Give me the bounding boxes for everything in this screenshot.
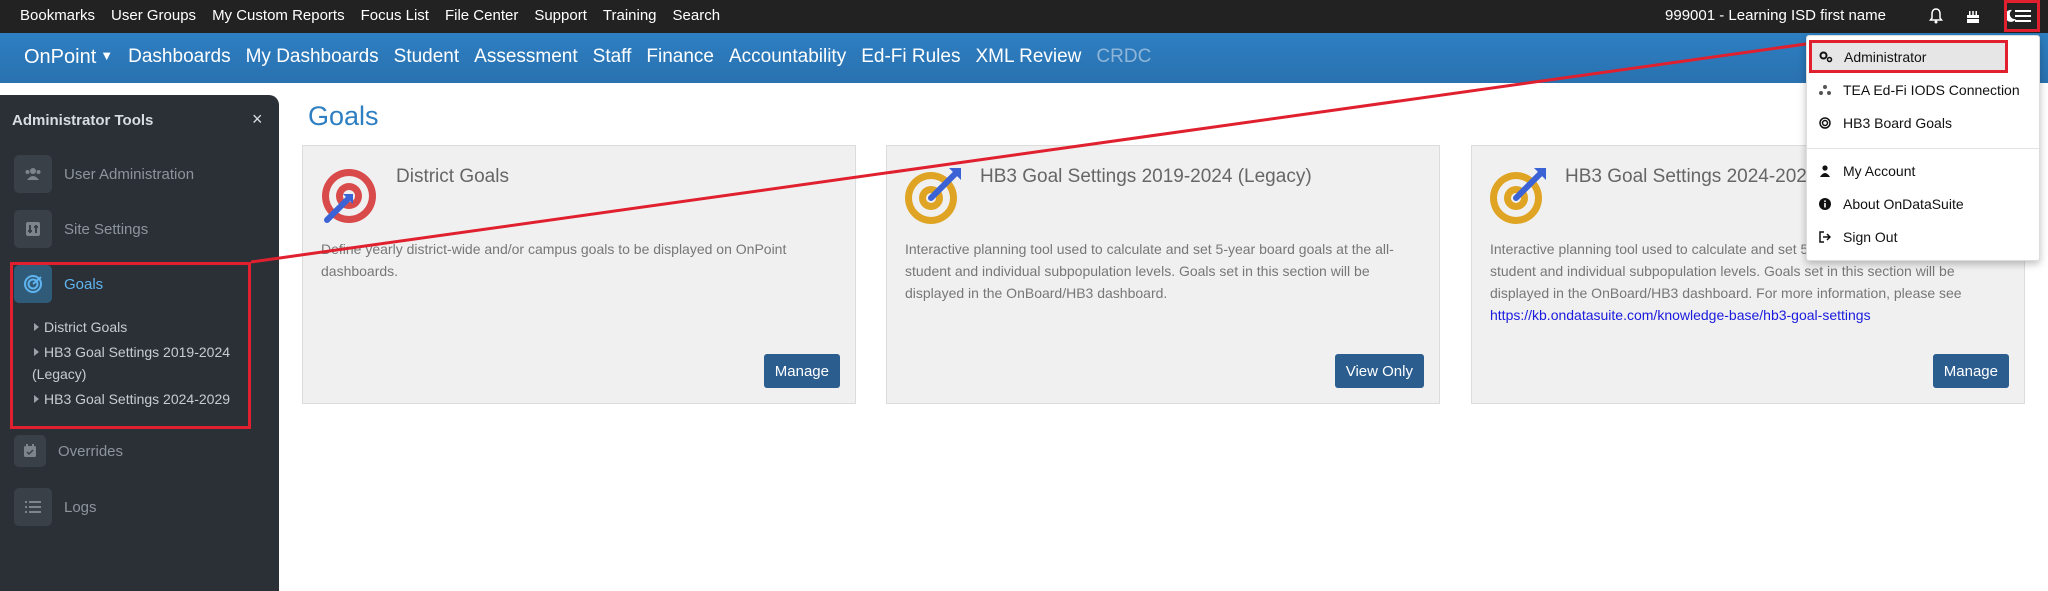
focus-list-link[interactable]: Focus List [361, 7, 429, 24]
manage-button[interactable]: Manage [1932, 354, 2009, 388]
close-icon[interactable]: × [252, 109, 263, 130]
target-gold-icon [903, 164, 965, 226]
nav-dashboards[interactable]: Dashboards [128, 46, 230, 69]
support-link[interactable]: Support [534, 7, 587, 24]
user-icon [1818, 165, 1832, 177]
sidebar-item-label: Site Settings [64, 220, 149, 238]
card-title: District Goals [396, 166, 509, 187]
nav-student[interactable]: Student [394, 46, 460, 69]
sidebar-title: Administrator Tools [12, 112, 154, 129]
list-icon [14, 488, 52, 526]
menu-item-label: TEA Ed-Fi IODS Connection [1843, 82, 2020, 98]
card-description: Define yearly district-wide and/or campu… [321, 241, 787, 279]
menu-item-my-account[interactable]: My Account [1818, 163, 1915, 179]
menu-item-tea-ed-fi-iods[interactable]: TEA Ed-Fi IODS Connection [1818, 82, 2020, 98]
calendar-icon [14, 435, 46, 467]
sidebar-item-label: Overrides [58, 442, 124, 460]
card-description: Interactive planning tool used to calcul… [905, 241, 1394, 301]
user-groups-link[interactable]: User Groups [111, 7, 196, 24]
hamburger-menu-icon[interactable] [2012, 5, 2034, 27]
view-only-button[interactable]: View Only [1334, 354, 1424, 388]
sidebar-item-overrides[interactable]: Overrides [14, 435, 123, 467]
bullseye-icon [1818, 117, 1832, 129]
hb3-goal-settings-link[interactable]: https://kb.ondatasuite.com/knowledge-bas… [1490, 307, 1871, 323]
menu-item-label: Sign Out [1843, 229, 1898, 245]
target-gold-icon [1488, 164, 1550, 226]
top-utility-bar: Bookmarks User Groups My Custom Reports … [0, 0, 2048, 33]
sidebar-item-user-administration[interactable]: User Administration [14, 155, 194, 193]
nav-crdc: CRDC [1096, 46, 1152, 67]
page-title: Goals [308, 101, 379, 131]
menu-item-administrator[interactable]: Administrator [1819, 49, 1926, 65]
users-icon [14, 155, 52, 193]
sign-out-icon [1818, 231, 1832, 243]
menu-item-hb3-board-goals[interactable]: HB3 Board Goals [1818, 115, 1952, 131]
goals-highlight-box [10, 262, 251, 429]
target-red-icon [319, 164, 381, 226]
menu-item-label: About OnDataSuite [1843, 196, 1964, 212]
chevron-down-icon: ▼ [100, 48, 114, 63]
menu-item-label: HB3 Board Goals [1843, 115, 1952, 131]
nav-assessment[interactable]: Assessment [474, 46, 577, 69]
network-icon [1818, 84, 1832, 96]
nav-accountability[interactable]: Accountability [729, 46, 846, 69]
nav-xml-review[interactable]: XML Review [975, 46, 1081, 69]
nav-my-dashboards[interactable]: My Dashboards [246, 46, 379, 69]
menu-item-label: My Account [1843, 163, 1916, 179]
card-title: HB3 Goal Settings 2019-2024 (Legacy) [980, 166, 1312, 187]
my-custom-reports-link[interactable]: My Custom Reports [212, 7, 345, 24]
info-icon [1818, 198, 1832, 210]
sidebar-item-label: Logs [64, 498, 97, 516]
file-center-link[interactable]: File Center [445, 7, 518, 24]
training-link[interactable]: Training [603, 7, 657, 24]
menu-item-about-ondatasuite[interactable]: About OnDataSuite [1818, 196, 1964, 212]
menu-divider [1807, 148, 2039, 149]
bell-icon[interactable] [1925, 5, 1947, 27]
main-navbar: OnPoint ▼ Dashboards My Dashboards Studen… [0, 33, 2048, 83]
organization-selector[interactable]: 999001 - Learning ISD first name [1665, 7, 1886, 24]
sidebar-item-logs[interactable]: Logs [14, 488, 97, 526]
search-link[interactable]: Search [673, 7, 721, 24]
sidebar-item-label: User Administration [64, 165, 195, 183]
onpoint-menu[interactable]: OnPoint ▼ [24, 46, 113, 69]
gears-icon [1819, 51, 1833, 63]
nav-finance[interactable]: Finance [646, 46, 714, 69]
menu-item-label: Administrator [1844, 49, 1927, 65]
nav-ed-fi-rules[interactable]: Ed-Fi Rules [861, 46, 960, 69]
manage-button[interactable]: Manage [763, 354, 840, 388]
sidebar-item-site-settings[interactable]: Site Settings [14, 210, 148, 248]
utility-links: Bookmarks User Groups My Custom Reports … [20, 7, 720, 24]
nav-staff[interactable]: Staff [593, 46, 632, 69]
district-goals-card: District Goals Define yearly district-wi… [302, 145, 856, 404]
birthday-cake-icon[interactable] [1962, 5, 1984, 27]
bookmarks-link[interactable]: Bookmarks [20, 7, 95, 24]
settings-icon [14, 210, 52, 248]
card-title: HB3 Goal Settings 2024-2029 [1565, 166, 1818, 187]
menu-item-sign-out[interactable]: Sign Out [1818, 229, 1897, 245]
account-dropdown-menu: Administrator TEA Ed-Fi IODS Connection … [1806, 35, 2040, 261]
hb3-2019-2024-card: HB3 Goal Settings 2019-2024 (Legacy) Int… [886, 145, 1440, 404]
